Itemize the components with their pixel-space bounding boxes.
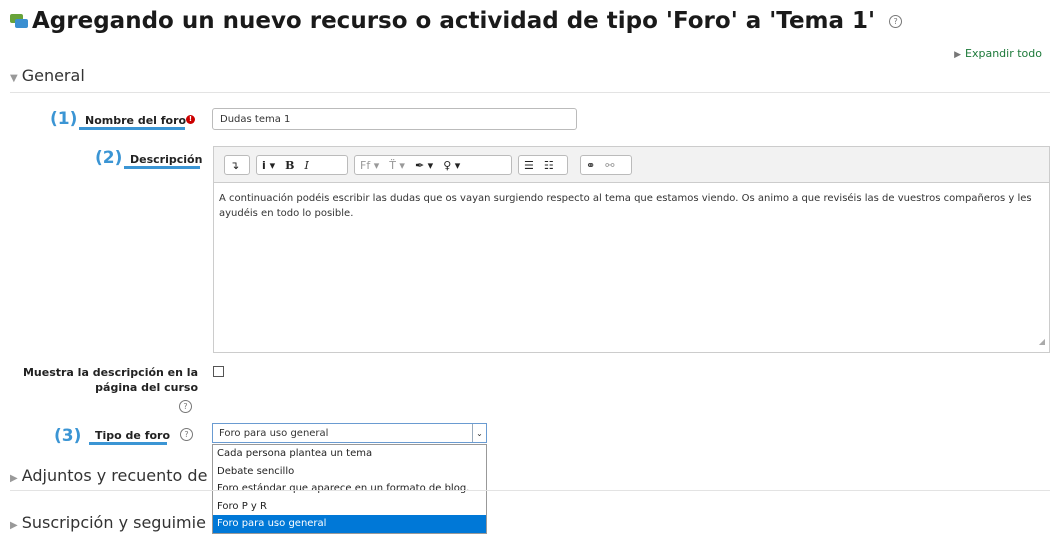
expand-all-link[interactable]: ▶ Expandir todo: [954, 47, 1042, 60]
section-subscription-label: Suscripción y seguimie: [21, 513, 206, 532]
forum-name-input[interactable]: [212, 108, 577, 130]
toolbar-color-button[interactable]: ✒ ▾: [410, 156, 438, 174]
expand-all-label: Expandir todo: [965, 47, 1042, 60]
help-circle-icon[interactable]: ?: [179, 400, 192, 413]
toolbar-group: ⚭ ⚯: [580, 155, 632, 175]
help-circle-icon[interactable]: ?: [889, 14, 903, 28]
show-description-checkbox[interactable]: [213, 366, 224, 377]
forum-name-label: Nombre del foro: [85, 114, 187, 127]
page-title: Agregando un nuevo recurso o actividad d…: [10, 8, 903, 34]
toolbar-font-button[interactable]: Ff ▾: [355, 156, 384, 174]
toolbar-bold-button[interactable]: B: [280, 156, 299, 174]
chevron-down-icon[interactable]: ⌄: [472, 424, 486, 442]
forum-type-option-selected[interactable]: Foro para uso general: [213, 515, 486, 533]
description-editor[interactable]: A continuación podéis escribir las dudas…: [213, 183, 1050, 353]
toolbar-group: ↴: [224, 155, 250, 175]
annotation-number-2: (2): [95, 148, 123, 168]
required-exclamation-icon: !: [186, 115, 195, 124]
toolbar-ordered-list-button[interactable]: ☷: [539, 156, 559, 174]
show-description-label: Muestra la descripción en la página del …: [20, 365, 198, 395]
section-general-label: General: [21, 66, 85, 85]
toolbar-link-button[interactable]: ⚭: [581, 156, 600, 174]
forum-type-select[interactable]: Foro para uso general ⌄: [212, 423, 487, 443]
forum-type-label: Tipo de foro: [95, 429, 171, 442]
annotation-number-1: (1): [50, 109, 78, 129]
caret-right-icon: ▶: [10, 473, 18, 484]
section-attachments-label: Adjuntos y recuento de: [21, 466, 208, 485]
forum-type-selected-value: Foro para uso general: [219, 427, 329, 439]
annotation-underline: [89, 442, 167, 445]
toolbar-unordered-list-button[interactable]: ☰: [519, 156, 539, 174]
toolbar-info-button[interactable]: i ▾: [257, 156, 280, 174]
forum-icon: [10, 13, 28, 29]
caret-right-icon: ▶: [10, 520, 18, 531]
section-divider: [10, 490, 1050, 491]
show-description-label-line2: página del curso: [95, 381, 198, 394]
description-text: A continuación podéis escribir las dudas…: [219, 193, 1032, 219]
toolbar-group: ☰ ☷: [518, 155, 568, 175]
forum-type-option[interactable]: Foro P y R: [213, 498, 486, 516]
caret-down-icon: ▼: [10, 73, 18, 84]
annotation-underline: [79, 127, 185, 130]
help-circle-icon[interactable]: ?: [180, 428, 193, 441]
resize-handle-icon[interactable]: ◢: [1039, 334, 1045, 349]
toolbar-size-button[interactable]: T̈ ▾: [384, 156, 410, 174]
page-title-text: Agregando un nuevo recurso o actividad d…: [32, 8, 876, 34]
section-attachments-header[interactable]: ▶ Adjuntos y recuento de: [10, 466, 207, 485]
show-description-label-line1: Muestra la descripción en la: [22, 366, 198, 379]
forum-type-option[interactable]: Cada persona plantea un tema: [213, 445, 486, 463]
caret-right-icon: ▶: [954, 50, 962, 60]
annotation-number-3: (3): [54, 426, 82, 446]
forum-type-option[interactable]: Foro estándar que aparece en un formato …: [213, 480, 486, 498]
toolbar-italic-button[interactable]: I: [299, 156, 313, 174]
toolbar-collapse-button[interactable]: ↴: [225, 156, 244, 174]
section-general-header[interactable]: ▼ General: [10, 66, 85, 85]
editor-toolbar: ↴ i ▾ B I Ff ▾ T̈ ▾ ✒ ▾ ♀ ▾ ☰ ☷ ⚭ ⚯: [213, 146, 1050, 183]
toolbar-lightbulb-button[interactable]: ♀ ▾: [438, 156, 465, 174]
forum-type-dropdown: Cada persona plantea un tema Debate senc…: [212, 444, 487, 534]
forum-type-option[interactable]: Debate sencillo: [213, 463, 486, 481]
section-divider: [10, 92, 1050, 93]
annotation-underline: [124, 166, 200, 169]
description-label: Descripción: [130, 153, 203, 166]
section-subscription-header[interactable]: ▶ Suscripción y seguimie: [10, 513, 206, 532]
toolbar-group: Ff ▾ T̈ ▾ ✒ ▾ ♀ ▾: [354, 155, 512, 175]
toolbar-group: i ▾ B I: [256, 155, 348, 175]
toolbar-unlink-button[interactable]: ⚯: [600, 156, 619, 174]
